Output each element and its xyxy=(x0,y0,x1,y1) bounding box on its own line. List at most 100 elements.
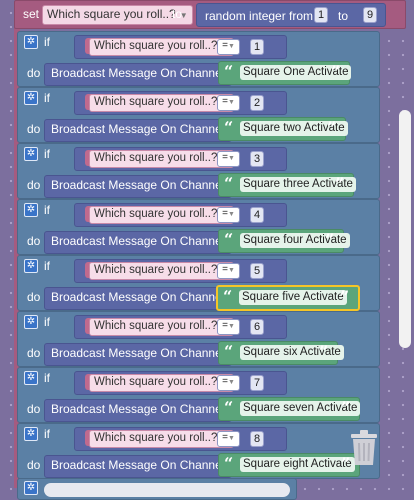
set-variable-dropdown[interactable]: Which square you roll..? ▼ xyxy=(42,5,193,25)
variable-get-block[interactable]: Which square you roll..? ▼ xyxy=(85,430,235,448)
gear-icon[interactable]: ✲ xyxy=(24,203,38,217)
gear-icon[interactable]: ✲ xyxy=(24,315,38,329)
compare-number[interactable]: 8 xyxy=(250,431,265,447)
broadcast-block[interactable]: Broadcast Message On Channel xyxy=(44,399,232,422)
variable-get-block[interactable]: Which square you roll..? ▼ xyxy=(85,374,235,392)
compare-variable-dropdown[interactable]: Which square you roll..? ▼ xyxy=(89,262,235,280)
text-string-block[interactable]: “Square eight Activate” xyxy=(218,453,360,477)
compare-block[interactable]: Which square you roll..? ▼=▼ 2 xyxy=(74,91,287,115)
message-text[interactable]: Square six Activate xyxy=(240,345,344,360)
if-block[interactable]: ✲ if do Which square you roll..? ▼=▼ 2 Broadca… xyxy=(17,87,380,143)
operator-dropdown[interactable]: =▼ xyxy=(217,39,240,55)
if-block[interactable]: ✲ if do Which square you roll..? ▼=▼ 1 Broadca… xyxy=(17,31,380,87)
variable-get-block[interactable]: Which square you roll..? ▼ xyxy=(85,94,235,112)
do-label: do xyxy=(27,290,41,304)
compare-number[interactable]: 4 xyxy=(250,207,265,223)
trash-icon[interactable] xyxy=(349,428,379,466)
if-block-partial[interactable]: ✲ xyxy=(17,478,297,500)
gear-icon[interactable]: ✲ xyxy=(24,427,38,441)
broadcast-block[interactable]: Broadcast Message On Channel xyxy=(44,119,232,142)
variable-get-block[interactable]: Which square you roll..? ▼ xyxy=(85,38,235,56)
open-quote-icon: “ xyxy=(223,287,233,306)
operator-dropdown[interactable]: =▼ xyxy=(217,375,240,391)
vertical-scrollbar[interactable] xyxy=(399,110,411,348)
text-string-block[interactable]: “Square One Activate” xyxy=(218,61,352,85)
if-block[interactable]: ✲ if do Which square you roll..? ▼=▼ 4 Broadca… xyxy=(17,199,380,255)
operator-dropdown[interactable]: =▼ xyxy=(217,95,240,111)
open-quote-icon: “ xyxy=(224,118,234,137)
random-from-number[interactable]: 1 xyxy=(314,7,329,23)
operator-dropdown[interactable]: =▼ xyxy=(217,431,240,447)
if-block[interactable]: ✲ if do Which square you roll..? ▼=▼ 7 Broadca… xyxy=(17,367,380,423)
compare-block[interactable]: Which square you roll..? ▼=▼ 4 xyxy=(74,203,287,227)
compare-block[interactable]: Which square you roll..? ▼=▼ 3 xyxy=(74,147,287,171)
broadcast-block[interactable]: Broadcast Message On Channel xyxy=(44,343,232,366)
gear-icon[interactable]: ✲ xyxy=(24,91,38,105)
text-string-block[interactable]: “Square two Activate” xyxy=(218,117,348,141)
text-string-block[interactable]: “Square four Activate” xyxy=(218,229,350,253)
do-label: do xyxy=(27,234,41,248)
open-quote-icon: “ xyxy=(224,174,234,193)
operator-dropdown[interactable]: =▼ xyxy=(217,207,240,223)
if-block[interactable]: ✲ if do Which square you roll..? ▼=▼ 5 Broadca… xyxy=(17,255,380,311)
variable-get-block[interactable]: Which square you roll..? ▼ xyxy=(85,318,235,336)
variable-get-block[interactable]: Which square you roll..? ▼ xyxy=(85,150,235,168)
broadcast-block[interactable]: Broadcast Message On Channel xyxy=(44,231,232,254)
compare-variable-name: Which square you roll..? xyxy=(94,152,218,164)
set-label: set xyxy=(23,7,40,21)
compare-number[interactable]: 2 xyxy=(250,95,265,111)
if-label: if xyxy=(44,203,50,217)
random-to-number[interactable]: 9 xyxy=(363,7,378,23)
gear-icon[interactable]: ✲ xyxy=(24,35,38,49)
if-block[interactable]: ✲ if do Which square you roll..? ▼=▼ 6 Broadca… xyxy=(17,311,380,367)
compare-number[interactable]: 3 xyxy=(250,151,265,167)
gear-icon[interactable]: ✲ xyxy=(24,481,38,495)
compare-variable-dropdown[interactable]: Which square you roll..? ▼ xyxy=(89,318,235,336)
close-quote-icon: ” xyxy=(325,230,335,249)
random-integer-block[interactable]: random integer from 1 to 9 xyxy=(196,3,386,27)
compare-block[interactable]: Which square you roll..? ▼=▼ 5 xyxy=(74,259,287,283)
compare-block[interactable]: Which square you roll..? ▼=▼ 6 xyxy=(74,315,287,339)
text-string-block[interactable]: “Square three Activate” xyxy=(218,173,356,197)
random-to-label: to xyxy=(338,9,349,23)
compare-variable-dropdown[interactable]: Which square you roll..? ▼ xyxy=(89,38,235,56)
operator-dropdown[interactable]: =▼ xyxy=(217,151,240,167)
broadcast-block[interactable]: Broadcast Message On Channel xyxy=(44,287,232,310)
compare-block[interactable]: Which square you roll..? ▼=▼ 1 xyxy=(74,35,287,59)
gear-icon[interactable]: ✲ xyxy=(24,259,38,273)
operator-dropdown[interactable]: =▼ xyxy=(217,319,240,335)
text-string-block[interactable]: “ Square five Activate” xyxy=(216,285,360,311)
variable-get-block[interactable]: Which square you roll..? ▼ xyxy=(85,262,235,280)
compare-variable-dropdown[interactable]: Which square you roll..? ▼ xyxy=(89,150,235,168)
chevron-down-icon: ▼ xyxy=(227,379,235,386)
chevron-down-icon: ▼ xyxy=(227,435,235,442)
if-block[interactable]: ✲ if do Which square you roll..? ▼=▼ 3 Broadca… xyxy=(17,143,380,199)
compare-variable-dropdown[interactable]: Which square you roll..? ▼ xyxy=(89,206,235,224)
operator-dropdown[interactable]: =▼ xyxy=(217,263,240,279)
text-string-block[interactable]: “ Square six Activate” xyxy=(218,341,344,365)
message-text[interactable]: Square eight Activate xyxy=(240,457,355,472)
compare-block[interactable]: Which square you roll..? ▼=▼ 7 xyxy=(74,371,287,395)
compare-block[interactable]: Which square you roll..? ▼=▼ 8 xyxy=(74,427,287,451)
compare-number[interactable]: 1 xyxy=(250,39,265,55)
compare-number[interactable]: 5 xyxy=(250,263,265,279)
message-text[interactable]: Square five Activate xyxy=(239,290,347,305)
compare-variable-dropdown[interactable]: Which square you roll..? ▼ xyxy=(89,374,235,392)
compare-variable-name: Which square you roll..? xyxy=(94,264,218,276)
broadcast-block[interactable]: Broadcast Message On Channel xyxy=(44,175,232,198)
collapsed-condition-placeholder xyxy=(44,483,290,497)
broadcast-block[interactable]: Broadcast Message On Channel xyxy=(44,455,232,478)
variable-get-block[interactable]: Which square you roll..? ▼ xyxy=(85,206,235,224)
broadcast-block[interactable]: Broadcast Message On Channel xyxy=(44,63,232,86)
compare-number[interactable]: 7 xyxy=(250,375,265,391)
text-string-block[interactable]: “Square seven Activate” xyxy=(218,397,361,421)
compare-variable-dropdown[interactable]: Which square you roll..? ▼ xyxy=(89,94,235,112)
compare-variable-dropdown[interactable]: Which square you roll..? ▼ xyxy=(89,430,235,448)
compare-number[interactable]: 6 xyxy=(250,319,265,335)
chevron-down-icon: ▼ xyxy=(227,155,235,162)
gear-icon[interactable]: ✲ xyxy=(24,147,38,161)
gear-icon[interactable]: ✲ xyxy=(24,371,38,385)
if-block[interactable]: ✲ if do Which square you roll..? ▼=▼ 8 Broadca… xyxy=(17,423,380,479)
compare-variable-name: Which square you roll..? xyxy=(94,432,218,444)
open-quote-icon: “ xyxy=(224,454,234,473)
